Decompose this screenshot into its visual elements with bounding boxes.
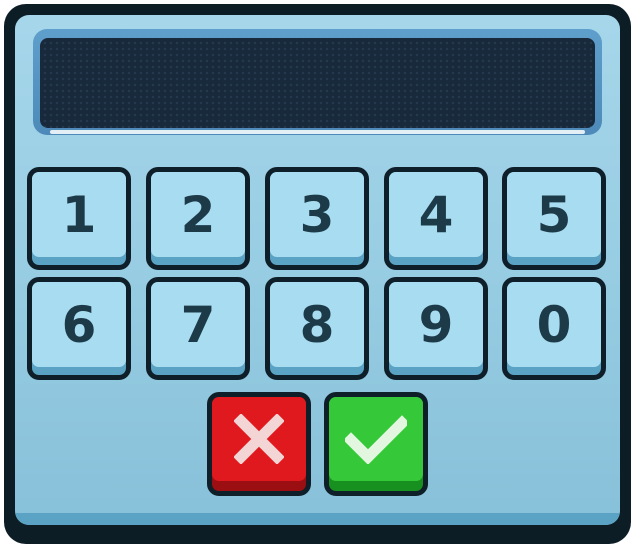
key-5-label: 5 <box>536 185 572 244</box>
key-3-cap: 3 <box>270 172 364 257</box>
x-icon <box>234 414 284 464</box>
key-9-cap: 9 <box>389 282 483 367</box>
confirm-button[interactable] <box>324 392 428 496</box>
key-1-label: 1 <box>61 185 97 244</box>
checkmark-icon <box>345 415 407 464</box>
key-3[interactable]: 3 <box>265 167 369 270</box>
key-8-cap: 8 <box>270 282 364 367</box>
cancel-button[interactable] <box>207 392 311 496</box>
key-4-label: 4 <box>418 185 454 244</box>
key-8[interactable]: 8 <box>265 277 369 380</box>
key-9[interactable]: 9 <box>384 277 488 380</box>
key-4-cap: 4 <box>389 172 483 257</box>
confirm-button-cap <box>329 397 423 481</box>
key-1-cap: 1 <box>32 172 126 257</box>
key-2-cap: 2 <box>151 172 245 257</box>
key-0[interactable]: 0 <box>502 277 606 380</box>
key-4[interactable]: 4 <box>384 167 488 270</box>
key-8-label: 8 <box>299 295 335 354</box>
key-7[interactable]: 7 <box>146 277 250 380</box>
key-0-cap: 0 <box>507 282 601 367</box>
number-keys: 1 2 3 4 5 6 7 8 9 0 <box>15 15 620 525</box>
key-3-label: 3 <box>299 185 335 244</box>
key-9-label: 9 <box>418 295 454 354</box>
key-6-cap: 6 <box>32 282 126 367</box>
key-6-label: 6 <box>61 295 97 354</box>
key-0-label: 0 <box>536 295 572 354</box>
key-1[interactable]: 1 <box>27 167 131 270</box>
cancel-button-cap <box>212 397 306 481</box>
key-7-cap: 7 <box>151 282 245 367</box>
key-5-cap: 5 <box>507 172 601 257</box>
key-2[interactable]: 2 <box>146 167 250 270</box>
key-5[interactable]: 5 <box>502 167 606 270</box>
key-6[interactable]: 6 <box>27 277 131 380</box>
key-7-label: 7 <box>180 295 216 354</box>
key-2-label: 2 <box>180 185 216 244</box>
keypad: 1 2 3 4 5 6 7 8 9 0 <box>4 4 631 544</box>
keypad-body: 1 2 3 4 5 6 7 8 9 0 <box>15 15 620 525</box>
